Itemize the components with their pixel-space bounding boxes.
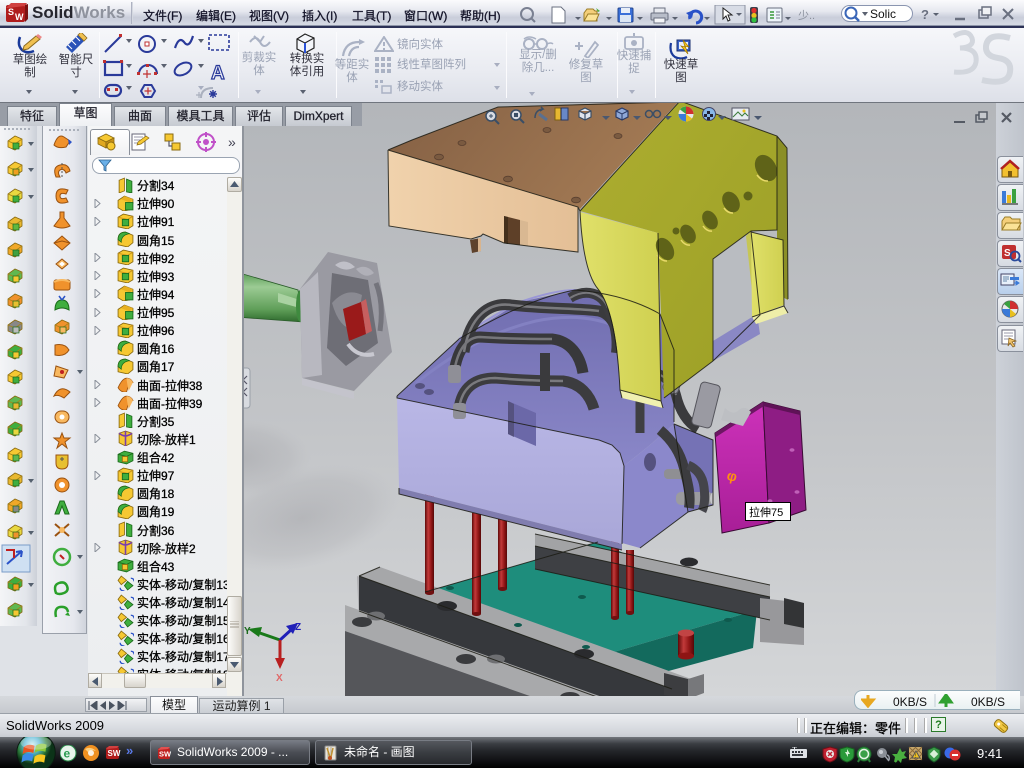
svg-text:SW: SW [159, 750, 172, 759]
svg-text:Solic: Solic [870, 7, 896, 21]
svg-text:0KB/S: 0KB/S [971, 695, 1005, 708]
svg-text:Y: Y [244, 626, 251, 637]
svg-text:?: ? [921, 7, 929, 22]
svg-text:Z: Z [295, 622, 301, 633]
svg-text:A: A [211, 63, 225, 84]
svg-text:拉伸75: 拉伸75 [749, 505, 783, 519]
svg-text:S: S [8, 7, 14, 17]
svg-text:X: X [276, 673, 283, 684]
svg-text:»: » [126, 745, 133, 758]
svg-text:W: W [15, 12, 24, 22]
svg-text:SW: SW [108, 749, 121, 758]
svg-text:e: e [64, 747, 71, 761]
svg-text:0KB/S: 0KB/S [893, 695, 927, 708]
svg-text:!: ! [915, 754, 916, 760]
svg-text:少..: 少.. [798, 9, 815, 22]
